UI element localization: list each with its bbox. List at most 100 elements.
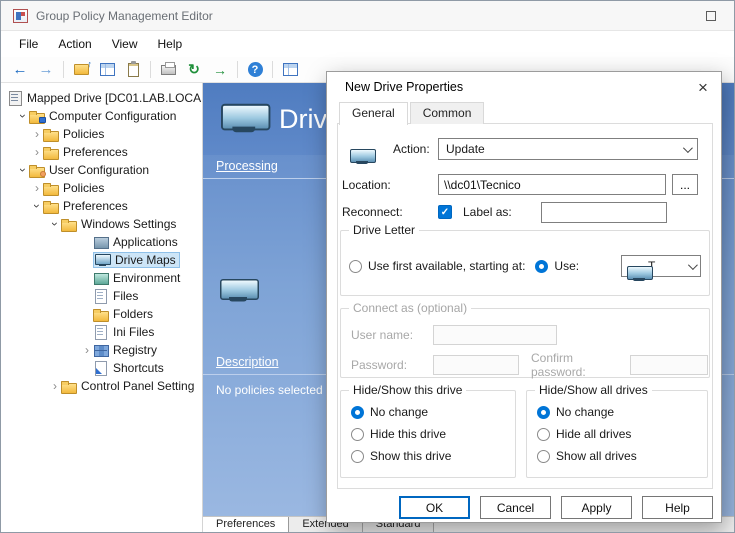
tree-item-files[interactable]: Files xyxy=(1,287,202,305)
user-name-input xyxy=(433,325,557,345)
browse-button[interactable]: ... xyxy=(672,174,698,195)
chevron-right-icon[interactable] xyxy=(31,127,43,141)
tree-item-drive-maps[interactable]: Drive Maps xyxy=(1,251,202,269)
applications-icon xyxy=(93,235,109,249)
tree-item-registry[interactable]: Registry xyxy=(1,341,202,359)
show-this-drive-label: Show this drive xyxy=(370,449,451,463)
this-no-change-label: No change xyxy=(370,405,428,419)
menu-bar: File Action View Help xyxy=(1,31,734,57)
radio-use[interactable] xyxy=(535,260,548,273)
first-available-label: Use first available, starting at: xyxy=(368,259,525,273)
tree-item-computer-policies[interactable]: Policies xyxy=(1,125,202,143)
tree-item-control-panel-settings[interactable]: Control Panel Setting xyxy=(1,377,202,395)
forward-icon[interactable] xyxy=(34,59,58,81)
files-icon xyxy=(93,289,109,303)
tree-item-shortcuts[interactable]: Shortcuts xyxy=(1,359,202,377)
close-icon[interactable] xyxy=(685,72,721,102)
radio-hide-this-drive[interactable] xyxy=(351,428,364,441)
description-link[interactable]: Description xyxy=(216,355,279,369)
maximize-button[interactable] xyxy=(706,11,716,21)
up-level-icon[interactable] xyxy=(69,59,93,81)
tree-item-computer-preferences[interactable]: Preferences xyxy=(1,143,202,161)
processing-link[interactable]: Processing xyxy=(216,159,278,173)
dialog-buttons: OK Cancel Apply Help xyxy=(389,496,713,519)
action-label: Action: xyxy=(393,142,438,156)
registry-icon xyxy=(93,343,109,357)
general-tab-panel: Action: Update Location: ... Reconnect: … xyxy=(337,123,713,489)
reconnect-checkbox[interactable] xyxy=(438,205,452,219)
radio-all-no-change[interactable] xyxy=(537,406,550,419)
reconnect-row: Reconnect: Label as: xyxy=(342,202,700,222)
menu-view[interactable]: View xyxy=(102,33,148,55)
action-value: Update xyxy=(446,142,485,156)
tree-item-folders[interactable]: Folders xyxy=(1,305,202,323)
menu-file[interactable]: File xyxy=(9,33,48,55)
clipboard-icon[interactable] xyxy=(121,59,145,81)
radio-show-this-drive[interactable] xyxy=(351,450,364,463)
radio-this-no-change[interactable] xyxy=(351,406,364,419)
chevron-down-icon[interactable] xyxy=(16,110,30,122)
help-button[interactable]: Help xyxy=(642,496,713,519)
hide-this-drive-label: Hide this drive xyxy=(370,427,446,441)
dialog-title: New Drive Properties xyxy=(345,80,463,94)
chevron-down-icon[interactable] xyxy=(30,200,44,212)
environment-icon xyxy=(93,271,109,285)
tab-preferences[interactable]: Preferences xyxy=(203,517,289,532)
tree-item-user-preferences[interactable]: Preferences xyxy=(1,197,202,215)
tree-item-mapped-drive[interactable]: Mapped Drive [DC01.LAB.LOCA xyxy=(1,89,202,107)
action-dropdown[interactable]: Update xyxy=(438,138,698,160)
chevron-right-icon[interactable] xyxy=(81,343,93,357)
drive-maps-icon xyxy=(221,104,267,134)
toolbar-separator xyxy=(63,61,64,78)
action-pane-icon[interactable] xyxy=(278,59,302,81)
location-input[interactable] xyxy=(438,174,666,195)
open-folder-icon xyxy=(61,217,77,231)
tree-item-user-policies[interactable]: Policies xyxy=(1,179,202,197)
selected-tree-item-highlight: Drive Maps xyxy=(93,252,180,268)
tree-item-user-configuration[interactable]: User Configuration xyxy=(1,161,202,179)
tree-item-environment[interactable]: Environment xyxy=(1,269,202,287)
radio-hide-all-drives[interactable] xyxy=(537,428,550,441)
console-tree: Mapped Drive [DC01.LAB.LOCA Computer Con… xyxy=(1,83,203,532)
chevron-right-icon[interactable] xyxy=(31,145,43,159)
toolbar-separator xyxy=(150,61,151,78)
confirm-password-label: Confirm password: xyxy=(531,351,628,379)
cancel-button[interactable]: Cancel xyxy=(480,496,551,519)
drive-letter-dropdown[interactable]: T xyxy=(621,255,701,277)
chevron-down-icon[interactable] xyxy=(16,164,30,176)
chevron-right-icon[interactable] xyxy=(49,379,61,393)
use-label: Use: xyxy=(554,259,579,273)
dialog-title-bar: New Drive Properties xyxy=(327,72,721,102)
folder-icon xyxy=(43,145,59,159)
console-tree-icon[interactable] xyxy=(95,59,119,81)
apply-button[interactable]: Apply xyxy=(561,496,632,519)
toolbar-separator xyxy=(272,61,273,78)
tab-common[interactable]: Common xyxy=(410,102,485,124)
all-no-change-label: No change xyxy=(556,405,614,419)
back-icon[interactable] xyxy=(8,59,32,81)
radio-first-available[interactable] xyxy=(349,260,362,273)
print-icon[interactable] xyxy=(156,59,180,81)
ok-button[interactable]: OK xyxy=(399,496,470,519)
export-list-icon[interactable] xyxy=(208,59,232,81)
menu-action[interactable]: Action xyxy=(48,33,101,55)
radio-show-all-drives[interactable] xyxy=(537,450,550,463)
refresh-icon[interactable] xyxy=(182,59,206,81)
tree-item-ini-files[interactable]: Ini Files xyxy=(1,323,202,341)
tree-item-computer-configuration[interactable]: Computer Configuration xyxy=(1,107,202,125)
hide-all-drives-label: Hide all drives xyxy=(556,427,631,441)
shortcuts-icon xyxy=(93,361,109,375)
title-bar: Group Policy Management Editor xyxy=(1,1,734,31)
tree-item-windows-settings[interactable]: Windows Settings xyxy=(1,215,202,233)
tree-item-applications[interactable]: Applications xyxy=(1,233,202,251)
chevron-right-icon[interactable] xyxy=(31,181,43,195)
label-as-label: Label as: xyxy=(463,205,529,219)
confirm-password-input xyxy=(630,355,708,375)
tab-general[interactable]: General xyxy=(339,102,408,125)
label-as-input[interactable] xyxy=(541,202,667,223)
menu-help[interactable]: Help xyxy=(148,33,193,55)
dialog-tabs: General Common xyxy=(327,102,721,124)
chevron-down-icon[interactable] xyxy=(48,218,62,230)
help-icon[interactable] xyxy=(243,59,267,81)
chevron-down-icon xyxy=(683,143,693,153)
